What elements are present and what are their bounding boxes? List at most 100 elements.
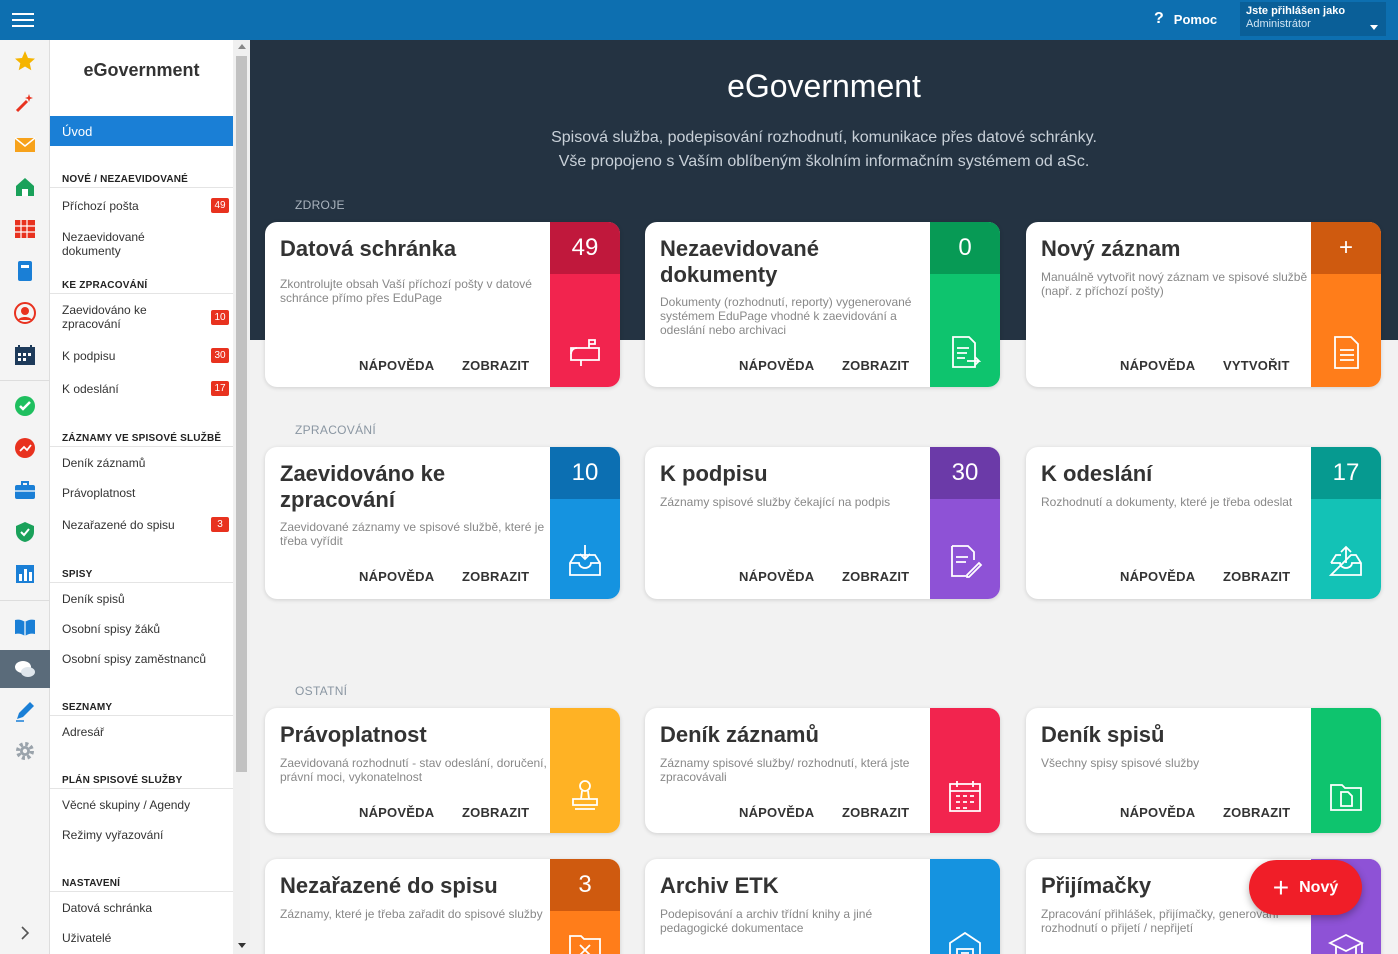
user-menu[interactable]: Jste přihlášen jako Administrátor	[1240, 2, 1386, 36]
sidebar-item-employee-files[interactable]: Osobní spisy zaměstnanců	[62, 652, 222, 666]
dashboard-card[interactable]: Nezaevidované dokumenty Dokumenty (rozhod…	[645, 222, 1000, 387]
sidebar-item-subject-groups[interactable]: Věcné skupiny / Agendy	[62, 798, 222, 812]
chat-bubbles-icon[interactable]	[12, 656, 38, 682]
show-link[interactable]: ZOBRAZIT	[842, 569, 909, 584]
graduation-cap-icon	[1327, 929, 1365, 954]
star-icon[interactable]	[12, 48, 38, 74]
card-count: 17	[1311, 447, 1381, 499]
dashboard-card[interactable]: Archiv ETK Podepisování a archiv třídní k…	[645, 859, 1000, 954]
sidebar-item-file-log[interactable]: Deník spisů	[62, 592, 202, 606]
show-link[interactable]: ZOBRAZIT	[842, 805, 909, 820]
help-link[interactable]: NÁPOVĚDA	[359, 569, 434, 584]
chevron-right-icon[interactable]	[12, 920, 38, 946]
show-link[interactable]: ZOBRAZIT	[1223, 805, 1290, 820]
show-link[interactable]: ZOBRAZIT	[462, 358, 529, 373]
document-arrow-icon	[947, 334, 983, 370]
dashboard-card[interactable]: K odeslání Rozhodnutí a dokumenty, které …	[1026, 447, 1381, 599]
sidebar-item-data-box[interactable]: Datová schránka	[62, 901, 202, 915]
show-link[interactable]: ZOBRAZIT	[1223, 569, 1290, 584]
help-link[interactable]: NÁPOVĚDA	[359, 805, 434, 820]
dashboard-card[interactable]: Nezařazené do spisu Záznamy, které je tře…	[265, 859, 620, 954]
top-bar: ? Pomoc Jste přihlášen jako Administráto…	[0, 0, 1398, 40]
check-circle-icon[interactable]	[12, 393, 38, 419]
calendar-icon[interactable]	[12, 342, 38, 368]
shield-check-icon[interactable]	[12, 519, 38, 545]
dashboard-card[interactable]: Právoplatnost Zaevidovaná rozhodnutí - st…	[265, 708, 620, 833]
card-count	[930, 708, 1000, 760]
scroll-thumb[interactable]	[236, 56, 247, 772]
icon-rail	[0, 40, 50, 954]
gear-icon[interactable]	[12, 738, 38, 764]
sidebar-item-to-sign[interactable]: K podpisu	[62, 349, 202, 363]
sidebar-item-unfiled[interactable]: Nezařazené do spisu	[62, 518, 202, 532]
card-color-panel	[930, 859, 1000, 954]
hero-line-2: Vše propojeno s Vaším oblíbeným školním …	[558, 153, 1090, 170]
outbox-upload-icon	[1328, 543, 1364, 579]
show-link[interactable]: ZOBRAZIT	[842, 358, 909, 373]
sidebar-item-registered[interactable]: Zaevidováno ke zpracování	[62, 303, 162, 331]
sidebar-item-address-book[interactable]: Adresář	[62, 725, 202, 739]
create-link[interactable]: VYTVOŘIT	[1223, 358, 1290, 373]
hamburger-menu-icon[interactable]	[12, 9, 34, 31]
card-count: 10	[550, 447, 620, 499]
card-count	[1311, 708, 1381, 760]
sidebar-item-incoming-mail[interactable]: Příchozí pošta	[62, 199, 202, 213]
help-link[interactable]: NÁPOVĚDA	[1120, 805, 1195, 820]
magic-wand-icon[interactable]	[12, 90, 38, 116]
user-icon[interactable]	[12, 300, 38, 326]
card-color-panel	[550, 708, 620, 833]
briefcase-icon[interactable]	[12, 477, 38, 503]
to-send-badge: 17	[211, 381, 229, 396]
sidebar-item-users[interactable]: Uživatelé	[62, 931, 202, 945]
bar-chart-icon[interactable]	[12, 561, 38, 587]
pen-icon[interactable]	[12, 698, 38, 724]
show-link[interactable]: ZOBRAZIT	[462, 569, 529, 584]
help-link[interactable]: NÁPOVĚDA	[739, 358, 814, 373]
help-button[interactable]: ? Pomoc	[1154, 10, 1217, 28]
sidebar-item-disposal-modes[interactable]: Režimy vyřazování	[62, 828, 202, 842]
card-description: Záznamy spisové služby/ rozhodnutí, kter…	[660, 756, 910, 784]
sidebar-item-home[interactable]: Úvod	[50, 116, 233, 146]
sidebar-item-legal-force[interactable]: Právoplatnost	[62, 486, 202, 500]
section-label-ostatni: OSTATNÍ	[295, 684, 348, 698]
dashboard-card[interactable]: Zaevidováno ke zpracování Zaevidované záz…	[265, 447, 620, 599]
help-link[interactable]: NÁPOVĚDA	[1120, 569, 1195, 584]
dashboard-card[interactable]: Datová schránka Zkontrolujte obsah Vaší p…	[265, 222, 620, 387]
dashboard-card[interactable]: Nový záznam Manuálně vytvořit nový záznam…	[1026, 222, 1381, 387]
help-link[interactable]: NÁPOVĚDA	[739, 569, 814, 584]
home-icon[interactable]	[12, 174, 38, 200]
card-title: Právoplatnost	[280, 722, 427, 747]
card-description: Všechny spisy spisové služby	[1041, 756, 1200, 770]
sidebar-item-to-send[interactable]: K odeslání	[62, 382, 202, 396]
sidebar-item-student-files[interactable]: Osobní spisy žáků	[62, 622, 202, 636]
section-divider	[50, 187, 233, 188]
timetable-icon[interactable]	[12, 216, 38, 242]
dashboard-card[interactable]: Deník spisů Všechny spisy spisové služby N…	[1026, 708, 1381, 833]
envelope-icon[interactable]	[12, 132, 38, 158]
help-link[interactable]: NÁPOVĚDA	[1120, 358, 1195, 373]
new-record-fab[interactable]: + Nový	[1249, 860, 1362, 915]
section-settings: NASTAVENÍ	[62, 878, 121, 889]
stats-circle-icon[interactable]	[12, 435, 38, 461]
sidebar-item-unregistered-docs[interactable]: Nezaevidované dokumenty	[62, 230, 202, 258]
book-icon[interactable]	[12, 258, 38, 284]
section-divider	[50, 891, 233, 892]
show-link[interactable]: ZOBRAZIT	[462, 805, 529, 820]
sidebar-item-record-log[interactable]: Deník záznamů	[62, 456, 202, 470]
scroll-down-icon[interactable]	[238, 943, 246, 948]
section-divider	[50, 582, 233, 583]
help-label: Pomoc	[1173, 11, 1218, 27]
dashboard-card[interactable]: K podpisu Záznamy spisové služby čekající…	[645, 447, 1000, 599]
help-link[interactable]: NÁPOVĚDA	[739, 805, 814, 820]
open-book-icon[interactable]	[12, 614, 38, 640]
card-title: Nezařazené do spisu	[280, 873, 498, 898]
card-count: +	[1311, 222, 1381, 274]
dashboard-card[interactable]: Deník záznamů Záznamy spisové služby/ roz…	[645, 708, 1000, 833]
help-link[interactable]: NÁPOVĚDA	[359, 358, 434, 373]
card-title: Nový záznam	[1041, 236, 1181, 261]
page-title: eGovernment	[727, 68, 921, 104]
card-color-panel: 17	[1311, 447, 1381, 599]
card-description: Rozhodnutí a dokumenty, které je třeba o…	[1041, 495, 1293, 509]
scroll-up-icon[interactable]	[238, 44, 246, 49]
sidebar-scrollbar[interactable]	[233, 40, 250, 954]
